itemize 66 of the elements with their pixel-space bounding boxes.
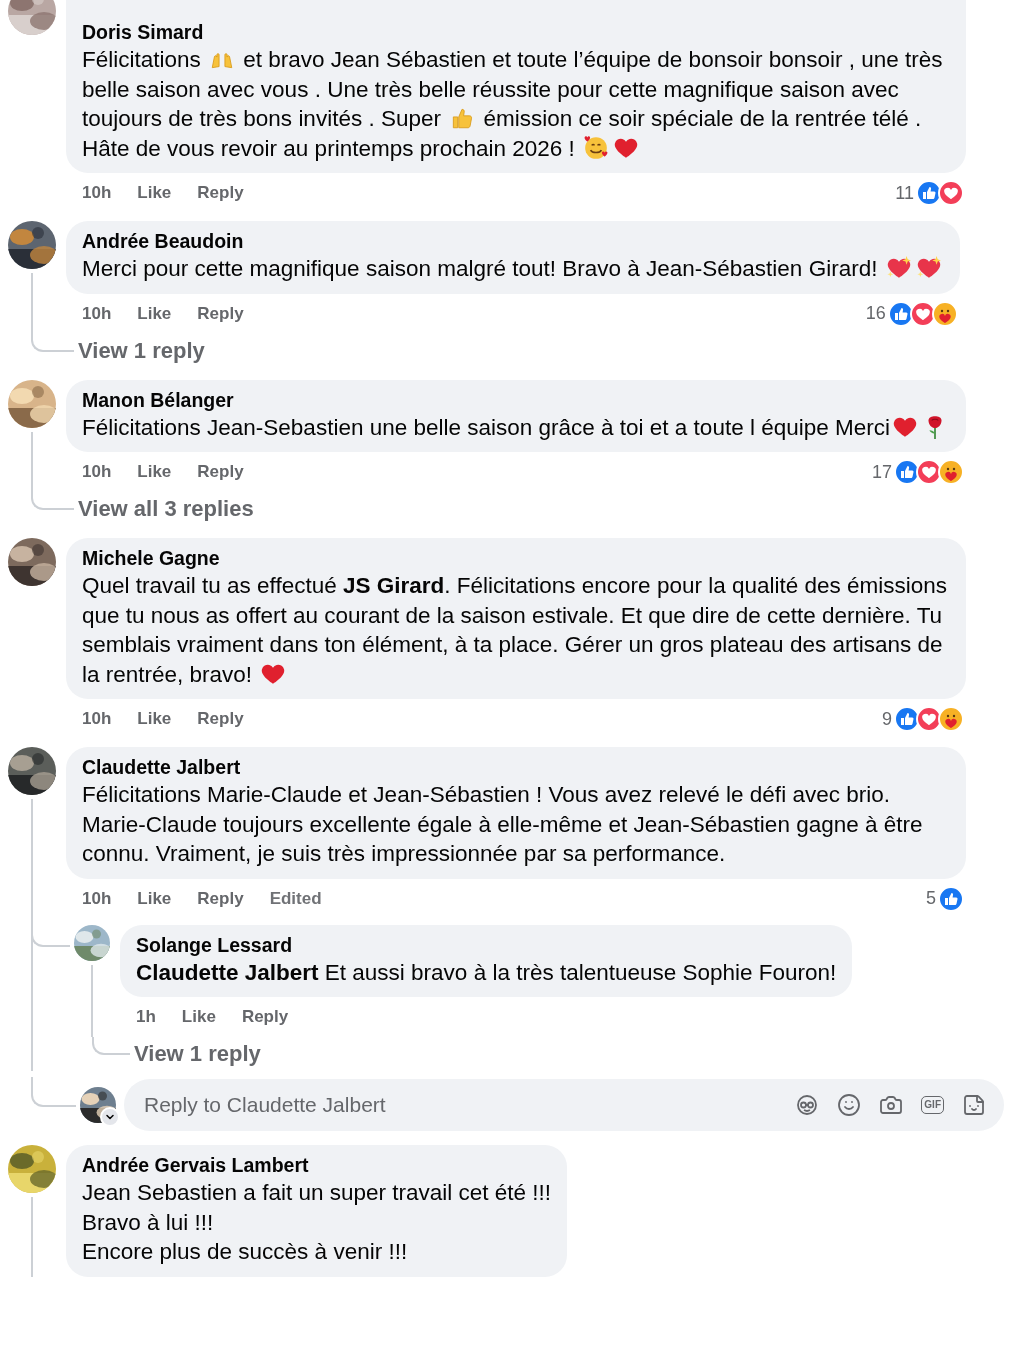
author-name[interactable]: Andrée Gervais Lambert <box>82 1153 552 1178</box>
comment-text: Quel travail tu as effectué JS Girard. Félicitations encore pour la qualité des émissions que tu nous as offert au courant de la saison estivale. Et que dire de cette dernière. Tu semblais vraiment dans ton élément, à ta place. Gérer un gros plateau des artisans de la rentrée, bravo! <box>82 572 949 689</box>
author-name[interactable]: Michele Gagne <box>82 546 950 571</box>
comment-time[interactable]: 10h <box>82 462 112 482</box>
comment-action-link[interactable]: Reply <box>197 709 244 729</box>
view-replies-link[interactable]: View 1 reply <box>134 1037 261 1071</box>
comment-action-link[interactable]: Reply <box>197 888 244 909</box>
edited-label: Edited <box>269 888 322 909</box>
author-name[interactable]: Doris Simard <box>82 20 950 45</box>
comment-text: Félicitations Marie-Claude et Jean-Sébastien ! Vous avez relevé le défi avec brio. Marie-Claude toujours excellente égale à elle-même et Jean-Sébastien gagne à être connu. Vraiment, je suis très impressionnée par sa performance. <box>82 781 924 868</box>
comment-time[interactable]: 1h <box>136 1007 156 1027</box>
reaction-count[interactable]: 17 <box>871 461 892 483</box>
author-name[interactable]: Manon Bélanger <box>82 387 950 413</box>
comment-action-link[interactable]: Reply <box>197 303 244 324</box>
reaction-count[interactable]: 16 <box>865 303 886 324</box>
comment-time[interactable]: 10h <box>82 183 112 203</box>
reaction-count[interactable]: 5 <box>926 888 936 909</box>
care-icon <box>938 706 964 732</box>
thread-line <box>31 431 33 492</box>
gif-button[interactable]: GIF <box>921 1096 944 1114</box>
comment-text: Jean Sebastien a fait un super travail cet été !!! Bravo à lui !!! Encore plus de succès à venir !!! <box>82 1179 552 1266</box>
comment-action-link[interactable]: Like <box>137 303 172 324</box>
love-icon <box>938 180 964 206</box>
comment-action-link[interactable]: Reply <box>197 183 244 203</box>
thread-connector <box>31 492 74 510</box>
view-replies-link[interactable]: View 1 reply <box>78 333 205 368</box>
reply-field[interactable]: Reply to Claudette Jalbert GIF <box>124 1079 1004 1131</box>
sticker-icon[interactable] <box>962 1093 986 1117</box>
love-icon <box>916 706 942 732</box>
camera-icon[interactable] <box>879 1093 904 1117</box>
comment-time[interactable]: 10h <box>82 303 112 324</box>
like-icon <box>894 459 920 485</box>
comment-action-link[interactable]: Reply <box>241 1007 289 1027</box>
comment-text: Félicitations et bravo Jean Sébastien et toute l’équipe de bonsoir bonsoir , une très belle saison avec vous . Une très belle réussite pour cette magnifique saison avec toujours de très bons invités . Super émission ce soir spéciale de la rentrée télé . Hâte de vous revoir au printemps prochain 2026 ! <box>82 45 944 163</box>
comment-action-link[interactable]: Like <box>137 888 172 909</box>
author-name[interactable]: Solange Lessard <box>136 932 837 958</box>
author-name[interactable]: Andrée Beaudoin <box>82 229 944 254</box>
reaction-count[interactable]: 9 <box>882 708 892 730</box>
like-icon <box>887 300 914 327</box>
comment-text: Claudette Jalbert Et aussi bravo à la très talentueuse Sophie Fouron! <box>136 958 837 987</box>
thread-connector <box>31 333 74 352</box>
emoji-icon[interactable] <box>837 1093 862 1117</box>
comment-action-link[interactable]: Like <box>181 1007 216 1027</box>
thread-connector <box>92 1037 130 1055</box>
care-icon <box>938 459 964 485</box>
thread-connector <box>31 1077 76 1107</box>
avatar-sticker-icon[interactable] <box>795 1093 820 1117</box>
comment-text: Merci pour cette magnifique saison malgré tout! Bravo à Jean-Sébastien Girard! <box>82 254 944 284</box>
reaction-count[interactable]: 11 <box>895 182 914 204</box>
like-icon <box>916 180 942 206</box>
comment-time[interactable]: 10h <box>82 709 112 729</box>
love-icon <box>916 459 942 485</box>
comment-action-link[interactable]: Like <box>137 462 172 482</box>
care-icon <box>931 300 958 327</box>
comment-action-link[interactable]: Like <box>137 709 172 729</box>
like-icon <box>894 706 920 732</box>
author-name[interactable]: Claudette Jalbert <box>82 755 950 780</box>
view-replies-link[interactable]: View all 3 replies <box>78 492 254 526</box>
comment-action-link[interactable]: Reply <box>197 462 244 482</box>
comment-action-link[interactable]: Like <box>137 183 172 203</box>
like-icon <box>938 885 964 912</box>
love-icon <box>909 300 936 327</box>
thread-line <box>31 273 33 334</box>
comment-text: Félicitations Jean-Sebastien une belle saison grâce à toi et a toute l équipe Merci <box>82 412 950 442</box>
comment-time[interactable]: 10h <box>82 888 112 909</box>
smiling-face-hearts-icon <box>583 134 610 161</box>
